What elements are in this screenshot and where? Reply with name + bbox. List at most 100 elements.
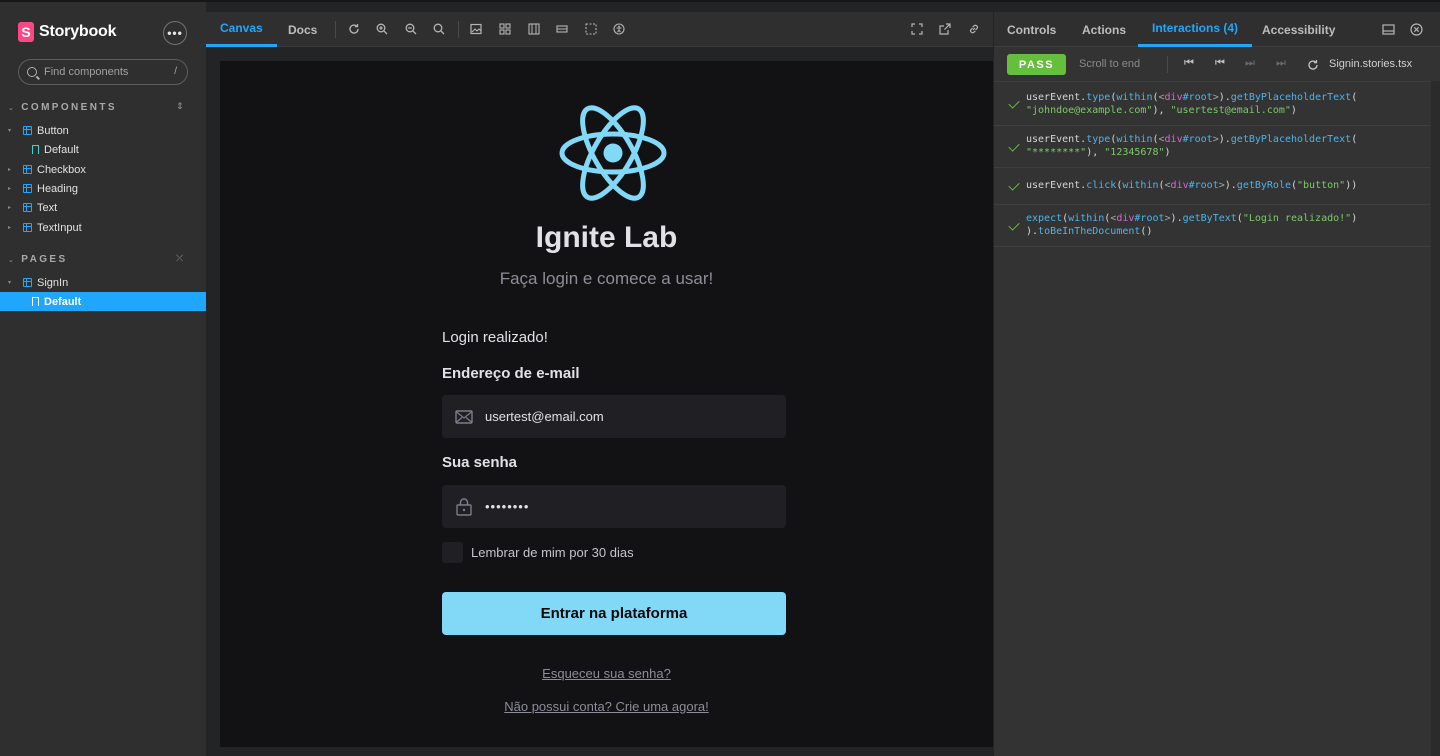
step-code: expect(within(<div#root>).getByText("Log… — [1026, 213, 1358, 237]
sidebar-item-label: Default — [44, 143, 79, 156]
component-icon — [23, 184, 32, 193]
tab-canvas[interactable]: Canvas — [206, 12, 277, 47]
collapse-all-icon[interactable]: ⤫ — [176, 253, 183, 264]
component-icon — [23, 203, 32, 212]
password-label: Sua senha — [442, 454, 518, 471]
password-input[interactable] — [485, 499, 765, 514]
check-icon — [1008, 179, 1020, 191]
sidebar-item-label: SignIn — [37, 276, 69, 289]
sidebar-item-signin[interactable]: ▾ SignIn — [0, 273, 206, 292]
interaction-step[interactable]: userEvent.click(within(<div#root>).getBy… — [994, 168, 1430, 205]
item-caret-icon: ▸ — [8, 225, 12, 231]
tab-accessibility[interactable]: Accessibility — [1249, 12, 1348, 47]
lock-icon — [456, 497, 472, 516]
page-subtitle: Faça login e comece a usar! — [499, 269, 714, 288]
window-top-edge — [0, 0, 1440, 2]
measure-icon[interactable] — [556, 23, 568, 35]
remember-me[interactable]: Lembrar de mim por 30 dias — [442, 542, 634, 563]
sidebar-item-button[interactable]: ▾ Button — [0, 121, 206, 140]
interaction-step[interactable]: userEvent.type(within(<div#root>).getByP… — [994, 83, 1430, 126]
component-icon — [23, 126, 32, 135]
sidebar-item-label: Button — [37, 124, 69, 137]
fullscreen-icon[interactable] — [911, 23, 923, 35]
item-caret-icon: ▸ — [8, 186, 12, 192]
tab-controls[interactable]: Controls — [994, 12, 1069, 47]
forgot-password-link[interactable]: Esqueceu sua senha? — [220, 666, 993, 681]
step-code: userEvent.type(within(<div#root>).getByP… — [1026, 92, 1358, 116]
panel-position-icon[interactable] — [1382, 23, 1395, 36]
section-pages[interactable]: ⌄ PAGES — [8, 254, 68, 265]
interaction-step[interactable]: expect(within(<div#root>).getByText("Log… — [994, 205, 1430, 247]
section-caret-icon: ⌄ — [8, 104, 17, 112]
bookmark-icon — [32, 297, 39, 307]
storybook-logo-icon: S — [18, 22, 34, 42]
zoom-out-icon[interactable] — [405, 23, 417, 35]
sidebar-item-heading[interactable]: ▸ Heading — [0, 179, 206, 198]
item-caret-icon: ▾ — [8, 280, 12, 286]
signup-link[interactable]: Não possui conta? Crie uma agora! — [220, 699, 993, 714]
step-back-icon[interactable]: ⏮ — [1215, 57, 1225, 70]
sidebar-item-textinput[interactable]: ▸ TextInput — [0, 218, 206, 237]
section-pages-label: PAGES — [21, 254, 68, 265]
story-file-name: Signin.stories.tsx — [1329, 58, 1413, 70]
section-components-label: COMPONENTS — [21, 102, 117, 113]
copy-link-icon[interactable] — [968, 23, 980, 35]
tab-actions[interactable]: Actions — [1069, 12, 1139, 47]
step-forward-icon[interactable]: ⏭ — [1245, 57, 1255, 70]
envelope-icon — [455, 409, 473, 424]
canvas-toolbar: Canvas Docs — [206, 12, 993, 47]
tab-interactions[interactable]: Interactions (4) — [1138, 12, 1253, 47]
toolbar-divider — [335, 21, 336, 38]
viewport-icon[interactable] — [528, 23, 540, 35]
expand-all-icon[interactable]: ⇕ — [176, 101, 184, 112]
email-field — [442, 395, 786, 438]
sidebar-item-label: Heading — [37, 182, 78, 195]
go-to-start-icon[interactable]: ⏮ — [1184, 57, 1194, 70]
accessibility-icon[interactable] — [613, 23, 625, 35]
tab-docs[interactable]: Docs — [274, 12, 331, 47]
storybook-app: S Storybook ••• / ⌄ COMPONENTS ⇕ ▾ Butto… — [0, 0, 1440, 756]
brand-name: Storybook — [39, 23, 117, 40]
toolbar-divider — [1167, 56, 1168, 73]
status-badge: PASS — [1007, 54, 1066, 75]
settings-menu-button[interactable]: ••• — [163, 21, 187, 45]
check-icon — [1008, 140, 1020, 152]
go-to-end-icon[interactable]: ⏭ — [1276, 57, 1286, 70]
sidebar-item-signin-default[interactable]: Default — [0, 292, 206, 311]
check-icon — [1008, 97, 1020, 109]
close-panel-icon[interactable] — [1410, 23, 1423, 36]
zoom-in-icon[interactable] — [376, 23, 388, 35]
component-icon — [23, 165, 32, 174]
reload-icon[interactable] — [348, 23, 360, 35]
email-input[interactable] — [485, 409, 765, 424]
interaction-step[interactable]: userEvent.type(within(<div#root>).getByP… — [994, 126, 1430, 168]
zoom-reset-icon[interactable] — [433, 23, 445, 35]
brand[interactable]: S Storybook — [18, 22, 117, 42]
search-box: / — [18, 59, 188, 85]
outline-icon[interactable] — [585, 23, 597, 35]
section-components[interactable]: ⌄ COMPONENTS — [8, 102, 117, 113]
sidebar-item-button-default[interactable]: Default — [0, 140, 206, 159]
sidebar-item-text[interactable]: ▸ Text — [0, 198, 206, 217]
rerun-icon[interactable] — [1307, 59, 1319, 71]
submit-button[interactable]: Entrar na plataforma — [442, 592, 786, 635]
panel-scrollbar[interactable] — [1431, 81, 1440, 756]
interactions-toolbar: PASS Scroll to end ⏮ ⏮ ⏭ ⏭ Signin.storie… — [994, 48, 1440, 82]
step-code: userEvent.click(within(<div#root>).getBy… — [1026, 180, 1358, 191]
password-field — [442, 485, 786, 528]
step-code: userEvent.type(within(<div#root>).getByP… — [1026, 134, 1358, 158]
item-caret-icon: ▸ — [8, 167, 12, 173]
bookmark-icon — [32, 145, 39, 155]
scroll-to-end-button[interactable]: Scroll to end — [1079, 58, 1140, 70]
background-icon[interactable] — [470, 23, 482, 35]
remember-checkbox[interactable] — [442, 542, 463, 563]
grid-icon[interactable] — [499, 23, 511, 35]
sidebar-item-checkbox[interactable]: ▸ Checkbox — [0, 160, 206, 179]
component-icon — [23, 223, 32, 232]
sidebar: S Storybook ••• / ⌄ COMPONENTS ⇕ ▾ Butto… — [0, 2, 206, 756]
search-input[interactable] — [44, 66, 154, 78]
page-title: Ignite Lab — [535, 221, 678, 254]
search-shortcut: / — [174, 66, 177, 77]
search-icon — [27, 67, 37, 77]
open-new-tab-icon[interactable] — [939, 23, 951, 35]
